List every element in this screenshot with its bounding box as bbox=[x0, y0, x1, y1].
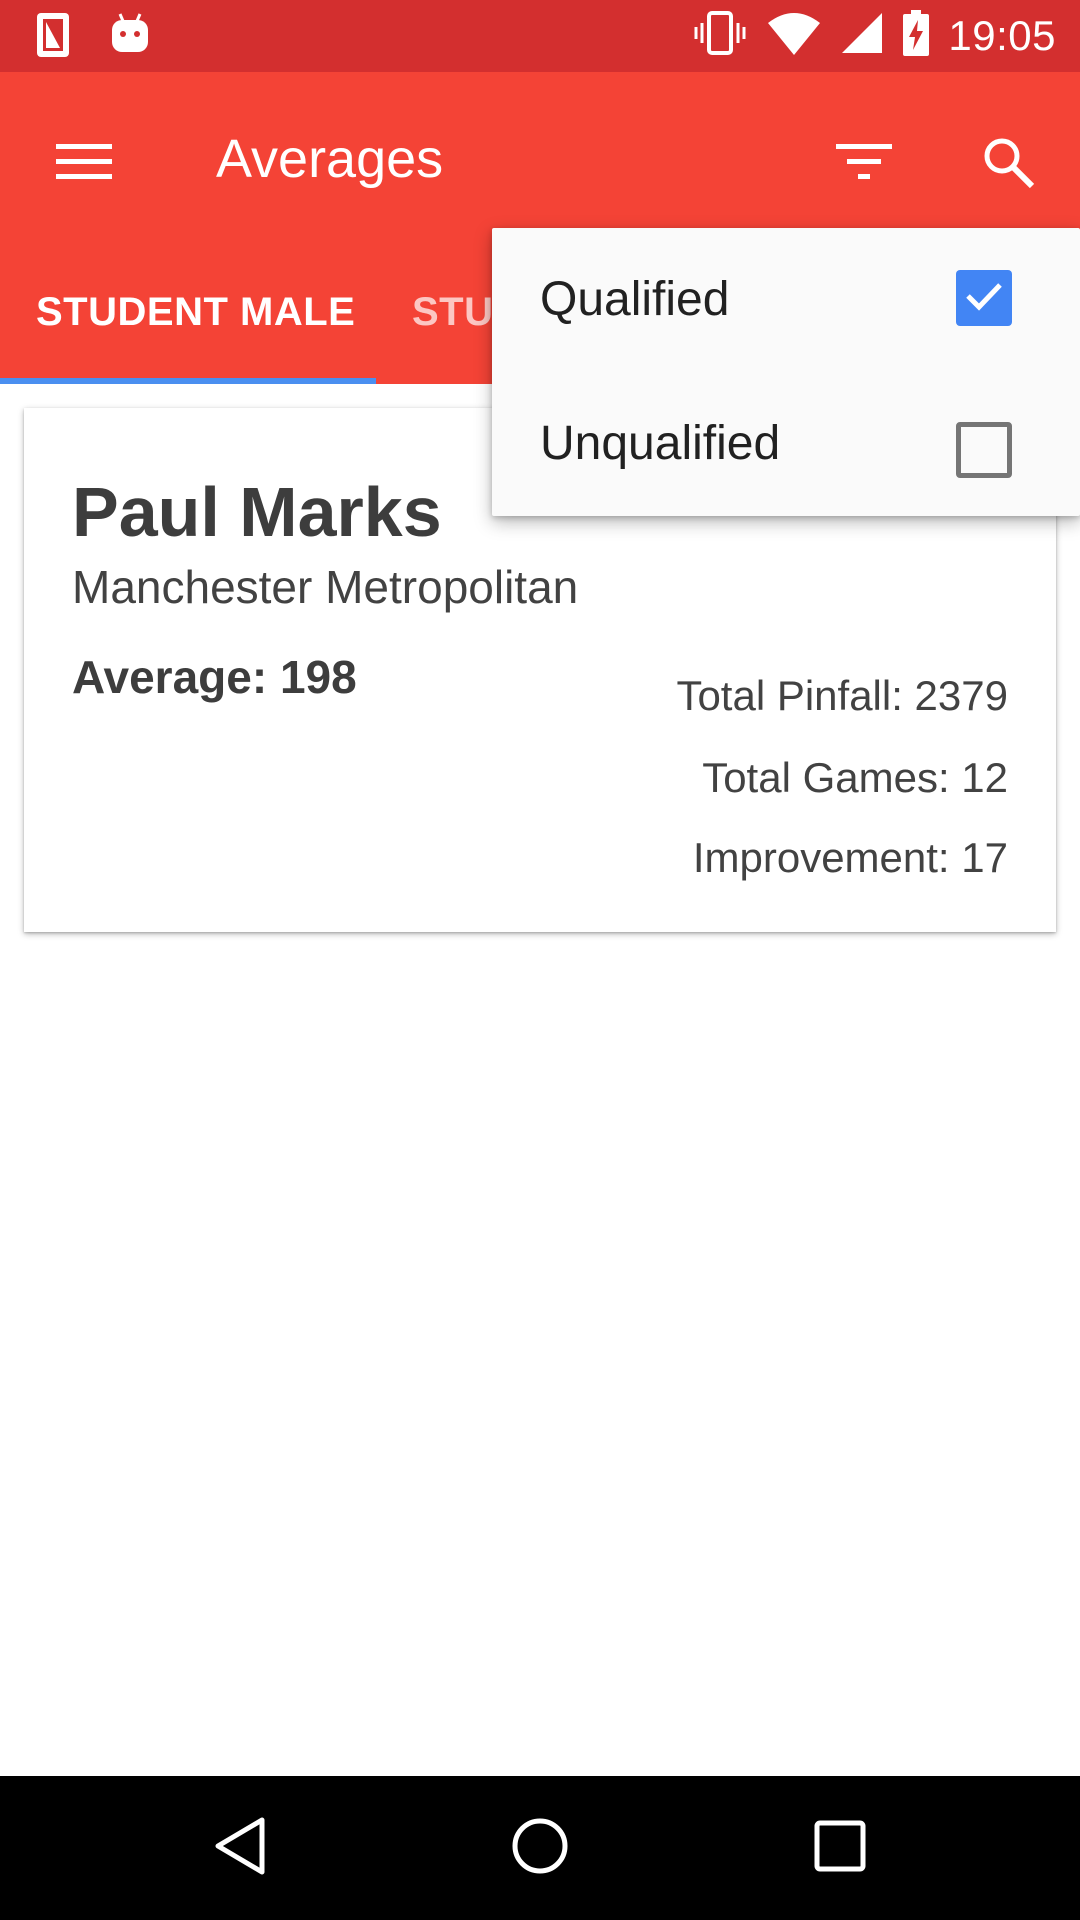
system-nav-bar bbox=[0, 1776, 1080, 1920]
wifi-icon bbox=[766, 11, 822, 60]
signal-icon bbox=[840, 11, 884, 60]
qualified-checkbox[interactable] bbox=[956, 270, 1012, 326]
unqualified-checkbox[interactable] bbox=[956, 422, 1012, 478]
home-icon bbox=[510, 1816, 570, 1881]
tab-student-male[interactable]: STUDENT MALE bbox=[36, 240, 355, 384]
search-icon bbox=[980, 134, 1036, 195]
filter-item-label: Unqualified bbox=[540, 417, 781, 470]
back-icon bbox=[212, 1816, 268, 1881]
filter-menu: Qualified Unqualified bbox=[492, 228, 1080, 516]
filter-item-label: Qualified bbox=[540, 273, 730, 326]
checkmark-icon bbox=[964, 280, 1004, 317]
filter-button[interactable] bbox=[820, 120, 908, 208]
total-pinfall: Total Pinfall: 2379 bbox=[676, 672, 1008, 719]
search-button[interactable] bbox=[964, 120, 1052, 208]
tab-indicator bbox=[0, 378, 376, 384]
filter-item-unqualified[interactable]: Unqualified bbox=[492, 372, 1080, 516]
menu-icon bbox=[56, 142, 112, 187]
bowler-university: Manchester Metropolitan bbox=[72, 561, 579, 613]
improvement: Improvement: 17 bbox=[692, 834, 1008, 881]
sim-card-icon bbox=[36, 12, 70, 63]
filter-item-qualified[interactable]: Qualified bbox=[492, 228, 1080, 372]
home-button[interactable] bbox=[480, 1800, 600, 1896]
recents-icon bbox=[814, 1820, 866, 1877]
recents-button[interactable] bbox=[780, 1800, 900, 1896]
menu-button[interactable] bbox=[40, 120, 128, 208]
bowler-average: Average: 198 bbox=[72, 651, 357, 703]
bowler-name: Paul Marks bbox=[72, 473, 442, 551]
android-icon bbox=[110, 12, 150, 63]
status-time: 19:05 bbox=[948, 11, 1056, 59]
vibrate-icon bbox=[692, 11, 748, 60]
filter-icon bbox=[836, 142, 892, 187]
back-button[interactable] bbox=[180, 1800, 300, 1896]
battery-charging-icon bbox=[902, 10, 930, 61]
page-title: Averages bbox=[216, 129, 444, 189]
status-bar: 19:05 bbox=[0, 0, 1080, 72]
total-games: Total Games: 12 bbox=[702, 754, 1008, 801]
tab-student-second[interactable]: STU bbox=[412, 240, 494, 384]
